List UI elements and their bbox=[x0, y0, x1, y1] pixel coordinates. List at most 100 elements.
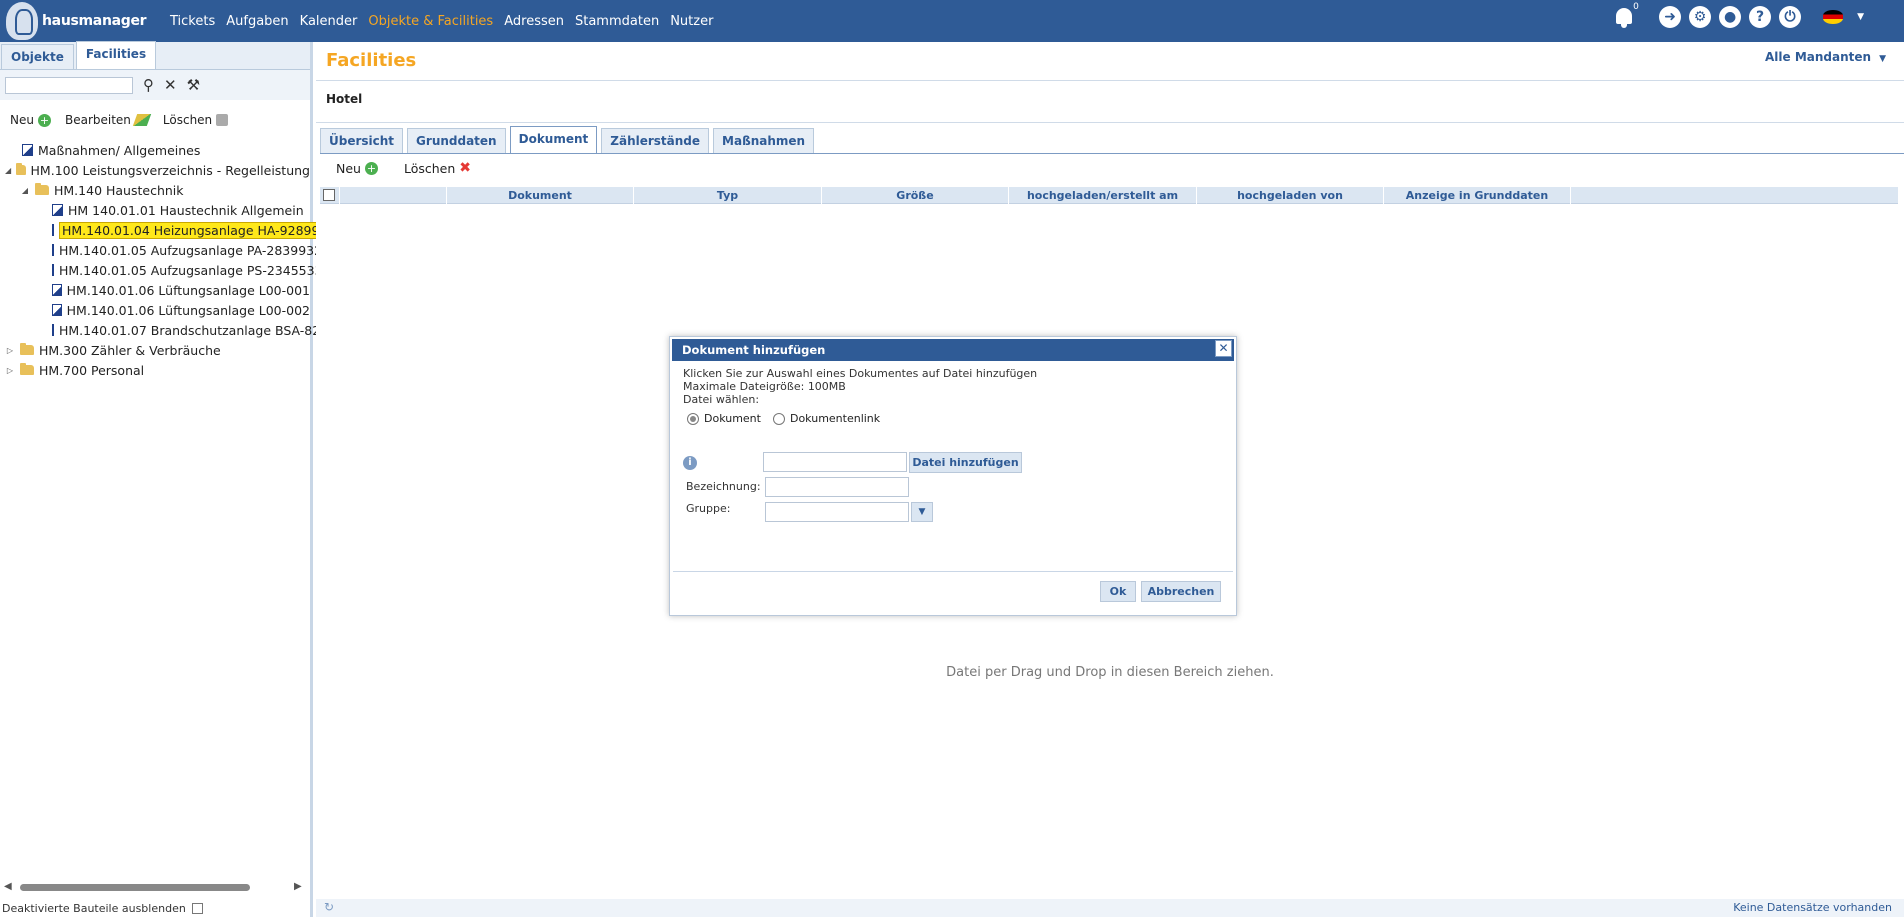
mandanten-select[interactable]: Alle Mandanten ▼ bbox=[1765, 50, 1886, 64]
logo[interactable]: hausmanager bbox=[0, 0, 165, 42]
column-header-uploaded-by[interactable]: hochgeladen von bbox=[1196, 186, 1383, 204]
file-name-field[interactable] bbox=[763, 452, 907, 472]
tree-node[interactable]: HM.140.01.05 Aufzugsanlage PS-23455334 bbox=[0, 260, 330, 280]
radio-documentlink[interactable] bbox=[772, 413, 785, 425]
tree-node[interactable]: ▷ HM.300 Zähler & Verbräuche bbox=[0, 340, 310, 360]
gruppe-dropdown-icon[interactable]: ▼ bbox=[911, 502, 933, 522]
delete-label: Löschen bbox=[403, 160, 456, 176]
chevron-down-icon: ▼ bbox=[1879, 54, 1886, 64]
horizontal-scrollbar[interactable]: ◀ ▶ bbox=[0, 880, 310, 894]
expand-closed-icon[interactable]: ▷ bbox=[4, 366, 16, 375]
tab-objekte[interactable]: Objekte bbox=[1, 44, 74, 69]
add-file-button[interactable]: Datei hinzufügen bbox=[909, 452, 1022, 473]
delete-document-button[interactable]: Löschen ✖ bbox=[404, 160, 471, 176]
expand-closed-icon[interactable]: ▷ bbox=[4, 346, 16, 355]
bezeichnung-label: Bezeichnung: bbox=[686, 480, 761, 493]
document-icon bbox=[52, 304, 62, 316]
nav-kalender[interactable]: Kalender bbox=[300, 14, 358, 29]
delete-button[interactable]: Löschen bbox=[163, 113, 229, 127]
bell-icon[interactable]: 0 bbox=[1613, 2, 1639, 28]
select-all-checkbox[interactable] bbox=[323, 189, 335, 201]
gear-icon[interactable]: ⚙ bbox=[1689, 6, 1712, 28]
cancel-button[interactable]: Abbrechen bbox=[1141, 581, 1221, 602]
tree-node-selected[interactable]: HM.140.01.04 Heizungsanlage HA-928992 bbox=[0, 220, 331, 240]
folder-icon bbox=[20, 363, 34, 375]
status-text: Keine Datensätze vorhanden bbox=[1733, 901, 1892, 914]
tab-facilities[interactable]: Facilities bbox=[75, 41, 157, 69]
pencil-icon bbox=[132, 114, 152, 126]
top-icons: 0 ➜ ⚙ ● ? ⏻ ▼ bbox=[1613, 2, 1864, 28]
radio-link-option[interactable]: Dokumentenlink bbox=[772, 412, 880, 425]
dialog-close-icon[interactable]: ✕ bbox=[1215, 340, 1232, 357]
tree-node-label: HM.140.01.05 Aufzugsanlage PA-28399323 bbox=[59, 242, 331, 258]
tab-massnahmen[interactable]: Maßnahmen bbox=[713, 128, 815, 153]
column-header-uploaded-at[interactable]: hochgeladen/erstellt am bbox=[1008, 186, 1196, 204]
document-icon bbox=[22, 144, 33, 156]
column-header-show-in-grunddaten[interactable]: Anzeige in Grunddaten bbox=[1383, 186, 1571, 204]
nav-adressen[interactable]: Adressen bbox=[504, 14, 564, 29]
bezeichnung-input[interactable] bbox=[765, 477, 909, 497]
add-document-dialog: Dokument hinzufügen ✕ Klicken Sie zur Au… bbox=[669, 336, 1237, 616]
scroll-right-icon[interactable]: ▶ bbox=[294, 881, 302, 892]
radio-document[interactable] bbox=[687, 413, 699, 425]
new-document-button[interactable]: Neu + bbox=[336, 161, 378, 176]
tree-node[interactable]: ◢ HM.100 Leistungsverzeichnis - Regellei… bbox=[0, 160, 310, 180]
tab-uebersicht[interactable]: Übersicht bbox=[320, 128, 404, 153]
left-panel: Objekte Facilities ⚲ ✕ ⚒ Neu + Bearbeite… bbox=[0, 41, 336, 917]
tree-node[interactable]: ◢ HM.140 Haustechnik bbox=[0, 180, 310, 200]
tree-node[interactable]: HM.140.01.06 Lüftungsanlage L00-002 bbox=[0, 300, 310, 320]
logout-arrow-icon[interactable]: ➜ bbox=[1659, 6, 1682, 28]
new-label: Neu bbox=[10, 113, 34, 127]
drop-zone-hint[interactable]: Datei per Drag und Drop in diesen Bereic… bbox=[316, 665, 1904, 680]
column-header-groesse[interactable]: Größe bbox=[821, 186, 1008, 204]
tree-node[interactable]: Maßnahmen/ Allgemeines bbox=[0, 140, 310, 160]
nav-aufgaben[interactable]: Aufgaben bbox=[226, 14, 288, 29]
notification-count: 0 bbox=[1633, 2, 1639, 12]
facility-tree: Maßnahmen/ Allgemeines ◢ HM.100 Leistung… bbox=[0, 140, 336, 380]
gruppe-select[interactable] bbox=[765, 502, 909, 522]
radio-document-label: Dokument bbox=[704, 412, 761, 425]
tree-node-label: HM.140.01.05 Aufzugsanlage PS-23455334 bbox=[59, 262, 331, 278]
tree-node-label: HM.700 Personal bbox=[39, 362, 145, 378]
plus-icon: + bbox=[364, 161, 378, 175]
column-header-dokument[interactable]: Dokument bbox=[446, 186, 633, 204]
edit-button[interactable]: Bearbeiten bbox=[65, 113, 152, 127]
expand-open-icon[interactable]: ◢ bbox=[4, 166, 12, 175]
radio-document-option[interactable]: Dokument bbox=[687, 412, 761, 425]
help-icon[interactable]: ? bbox=[1749, 6, 1772, 28]
refresh-icon[interactable]: ↻ bbox=[324, 900, 334, 914]
tree-search-input[interactable] bbox=[5, 76, 133, 94]
search-icon[interactable]: ⚲ bbox=[143, 76, 154, 94]
tree-node[interactable]: HM.140.01.06 Lüftungsanlage L00-001 bbox=[0, 280, 310, 300]
chevron-down-icon[interactable]: ▼ bbox=[1857, 12, 1864, 22]
document-icon bbox=[52, 244, 54, 256]
nav-nutzer[interactable]: Nutzer bbox=[670, 14, 713, 29]
expand-open-icon[interactable]: ◢ bbox=[19, 186, 31, 195]
tab-zaehlerstaende[interactable]: Zählerstände bbox=[601, 128, 710, 153]
power-icon[interactable]: ⏻ bbox=[1779, 6, 1802, 28]
scrollbar-thumb[interactable] bbox=[20, 884, 250, 891]
scroll-left-icon[interactable]: ◀ bbox=[4, 881, 12, 892]
document-icon bbox=[52, 284, 62, 296]
ok-button[interactable]: Ok bbox=[1100, 581, 1136, 602]
hide-deactivated-checkbox[interactable] bbox=[191, 903, 203, 914]
column-header-typ[interactable]: Typ bbox=[633, 186, 821, 204]
nav-tickets[interactable]: Tickets bbox=[170, 14, 215, 29]
tools-icon[interactable]: ⚒ bbox=[187, 76, 200, 94]
tree-node[interactable]: HM 140.01.01 Haustechnik Allgemein bbox=[0, 200, 310, 220]
tab-grunddaten[interactable]: Grunddaten bbox=[407, 128, 506, 153]
document-toolbar: Neu + Löschen ✖ bbox=[336, 160, 471, 176]
nav-objekte-facilities[interactable]: Objekte & Facilities bbox=[368, 14, 493, 29]
tree-node-label: HM.140.01.04 Heizungsanlage HA-928992 bbox=[59, 221, 331, 239]
tree-node[interactable]: ▷ HM.700 Personal bbox=[0, 360, 310, 380]
new-button[interactable]: Neu + bbox=[10, 113, 51, 127]
close-icon[interactable]: ✕ bbox=[164, 76, 177, 94]
tab-dokument[interactable]: Dokument bbox=[509, 126, 598, 153]
dialog-instruction: Klicken Sie zur Auswahl eines Dokumentes… bbox=[683, 367, 1038, 380]
german-flag-icon[interactable] bbox=[1823, 10, 1844, 24]
column-header-spacer bbox=[339, 186, 446, 204]
tree-node[interactable]: HM.140.01.05 Aufzugsanlage PA-28399323 bbox=[0, 240, 330, 260]
user-icon[interactable]: ● bbox=[1719, 6, 1742, 28]
nav-stammdaten[interactable]: Stammdaten bbox=[575, 14, 659, 29]
tree-node[interactable]: HM.140.01.07 Brandschutzanlage BSA-8263 bbox=[0, 320, 336, 340]
